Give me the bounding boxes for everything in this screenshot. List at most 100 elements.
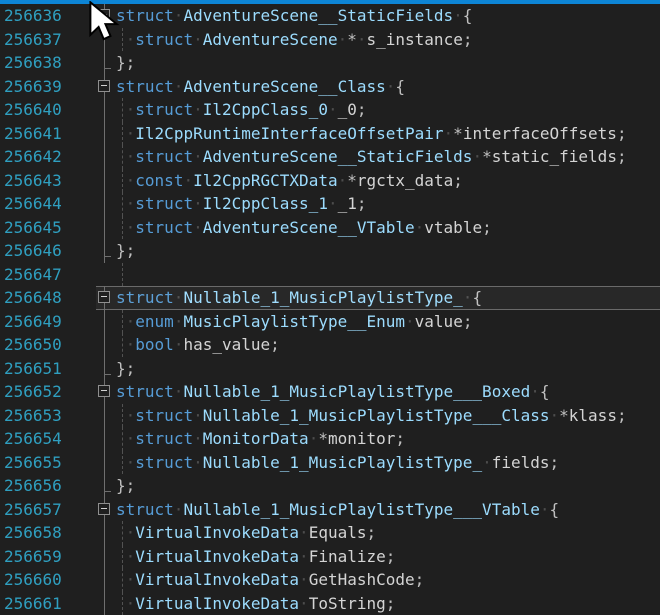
fold-margin[interactable] [96, 98, 116, 122]
fold-margin[interactable] [96, 28, 116, 52]
code-text[interactable]: ·bool·has_value; [116, 333, 660, 357]
code-line[interactable]: 256641 ·Il2CppRuntimeInterfaceOffsetPair… [0, 122, 660, 146]
code-text[interactable]: ·struct·Nullable_1_MusicPlaylistType___C… [116, 404, 660, 428]
fold-margin[interactable] [96, 75, 116, 99]
line-number[interactable]: 256642 [0, 145, 96, 169]
code-text[interactable]: struct·AdventureScene__StaticFields·{ [116, 4, 660, 28]
code-line[interactable]: 256637 ·struct·AdventureScene·*·s_instan… [0, 28, 660, 52]
code-line[interactable]: 256649 ·enum·MusicPlaylistType__Enum·val… [0, 310, 660, 334]
fold-collapse-icon[interactable] [98, 80, 110, 92]
fold-margin[interactable] [96, 286, 116, 310]
code-line[interactable]: 256657 struct·Nullable_1_MusicPlaylistTyp… [0, 498, 660, 522]
code-line[interactable]: 256646}; [0, 239, 660, 263]
code-line[interactable]: 256660 ·VirtualInvokeData·GetHashCode; [0, 568, 660, 592]
code-line[interactable]: 256653 ·struct·Nullable_1_MusicPlaylistT… [0, 404, 660, 428]
code-line[interactable]: 256645 ·struct·AdventureScene__VTable·vt… [0, 216, 660, 240]
line-number[interactable]: 256648 [0, 286, 96, 310]
code-text[interactable]: ·struct·Il2CppClass_1·_1; [116, 192, 660, 216]
code-line[interactable]: 256656}; [0, 474, 660, 498]
code-line[interactable]: 256643 ·const·Il2CppRGCTXData·*rgctx_dat… [0, 169, 660, 193]
code-text[interactable]: ·struct·AdventureScene__StaticFields·*st… [116, 145, 660, 169]
fold-margin[interactable] [96, 568, 116, 592]
line-number[interactable]: 256655 [0, 451, 96, 475]
fold-margin[interactable] [96, 451, 116, 475]
code-text[interactable]: struct·Nullable_1_MusicPlaylistType___VT… [116, 498, 660, 522]
line-number[interactable]: 256644 [0, 192, 96, 216]
line-number[interactable]: 256652 [0, 380, 96, 404]
fold-margin[interactable] [96, 122, 116, 146]
code-line[interactable]: 256644 ·struct·Il2CppClass_1·_1; [0, 192, 660, 216]
code-text[interactable]: ·struct·MonitorData·*monitor; [116, 427, 660, 451]
fold-margin[interactable] [96, 145, 116, 169]
code-line[interactable]: 256647 [0, 263, 660, 287]
line-number[interactable]: 256636 [0, 4, 96, 28]
line-number[interactable]: 256659 [0, 545, 96, 569]
fold-collapse-icon[interactable] [98, 385, 110, 397]
code-text[interactable]: }; [116, 239, 660, 263]
line-number[interactable]: 256645 [0, 216, 96, 240]
code-line[interactable]: 256652 struct·Nullable_1_MusicPlaylistTyp… [0, 380, 660, 404]
line-number[interactable]: 256640 [0, 98, 96, 122]
code-text[interactable]: ·struct·AdventureScene__VTable·vtable; [116, 216, 660, 240]
line-number[interactable]: 256639 [0, 75, 96, 99]
fold-margin[interactable] [96, 216, 116, 240]
code-line[interactable]: 256661 ·VirtualInvokeData·ToString; [0, 592, 660, 615]
fold-margin[interactable] [96, 239, 116, 263]
code-line[interactable]: 256642 ·struct·AdventureScene__StaticFie… [0, 145, 660, 169]
line-number[interactable]: 256637 [0, 28, 96, 52]
line-number[interactable]: 256654 [0, 427, 96, 451]
fold-collapse-icon[interactable] [98, 9, 110, 21]
code-text[interactable] [116, 263, 660, 287]
line-number[interactable]: 256647 [0, 263, 96, 287]
code-text[interactable]: ·const·Il2CppRGCTXData·*rgctx_data; [116, 169, 660, 193]
code-text[interactable]: ·struct·Il2CppClass_0·_0; [116, 98, 660, 122]
fold-margin[interactable] [96, 427, 116, 451]
line-number[interactable]: 256657 [0, 498, 96, 522]
line-number[interactable]: 256651 [0, 357, 96, 381]
fold-margin[interactable] [96, 474, 116, 498]
code-editor[interactable]: 256636 struct·AdventureScene__StaticField… [0, 0, 660, 615]
line-number[interactable]: 256649 [0, 310, 96, 334]
fold-margin[interactable] [96, 592, 116, 615]
code-text[interactable]: ·VirtualInvokeData·Finalize; [116, 545, 660, 569]
line-number[interactable]: 256650 [0, 333, 96, 357]
code-line[interactable]: 256651}; [0, 357, 660, 381]
fold-margin[interactable] [96, 4, 116, 28]
code-line[interactable]: 256654 ·struct·MonitorData·*monitor; [0, 427, 660, 451]
fold-margin[interactable] [96, 521, 116, 545]
fold-margin[interactable] [96, 404, 116, 428]
line-number[interactable]: 256643 [0, 169, 96, 193]
fold-margin[interactable] [96, 357, 116, 381]
code-line[interactable]: 256655 ·struct·Nullable_1_MusicPlaylistT… [0, 451, 660, 475]
code-text[interactable]: struct·AdventureScene__Class·{ [116, 75, 660, 99]
code-text[interactable]: struct·Nullable_1_MusicPlaylistType___Bo… [116, 380, 660, 404]
fold-margin[interactable] [96, 263, 116, 287]
line-number[interactable]: 256646 [0, 239, 96, 263]
fold-collapse-icon[interactable] [98, 291, 110, 303]
line-number[interactable]: 256660 [0, 568, 96, 592]
code-line[interactable]: 256639 struct·AdventureScene__Class·{ [0, 75, 660, 99]
code-text[interactable]: ·Il2CppRuntimeInterfaceOffsetPair·*inter… [116, 122, 660, 146]
code-text[interactable]: }; [116, 51, 660, 75]
fold-margin[interactable] [96, 169, 116, 193]
code-line[interactable]: 256636 struct·AdventureScene__StaticField… [0, 4, 660, 28]
fold-margin[interactable] [96, 192, 116, 216]
fold-margin[interactable] [96, 333, 116, 357]
line-number[interactable]: 256656 [0, 474, 96, 498]
line-number[interactable]: 256658 [0, 521, 96, 545]
code-text[interactable]: ·struct·AdventureScene·*·s_instance; [116, 28, 660, 52]
code-text[interactable]: }; [116, 357, 660, 381]
code-line[interactable]: 256640 ·struct·Il2CppClass_0·_0; [0, 98, 660, 122]
fold-margin[interactable] [96, 51, 116, 75]
code-text[interactable]: }; [116, 474, 660, 498]
code-line[interactable]: 256648struct·Nullable_1_MusicPlaylistTyp… [0, 286, 660, 310]
line-number[interactable]: 256638 [0, 51, 96, 75]
code-line[interactable]: 256650 ·bool·has_value; [0, 333, 660, 357]
fold-margin[interactable] [96, 380, 116, 404]
code-text[interactable]: ·VirtualInvokeData·GetHashCode; [116, 568, 660, 592]
code-lines-area[interactable]: 256636 struct·AdventureScene__StaticField… [0, 4, 660, 615]
code-line[interactable]: 256659 ·VirtualInvokeData·Finalize; [0, 545, 660, 569]
code-text[interactable]: ·struct·Nullable_1_MusicPlaylistType_·fi… [116, 451, 660, 475]
code-text[interactable]: ·VirtualInvokeData·Equals; [116, 521, 660, 545]
line-number[interactable]: 256653 [0, 404, 96, 428]
